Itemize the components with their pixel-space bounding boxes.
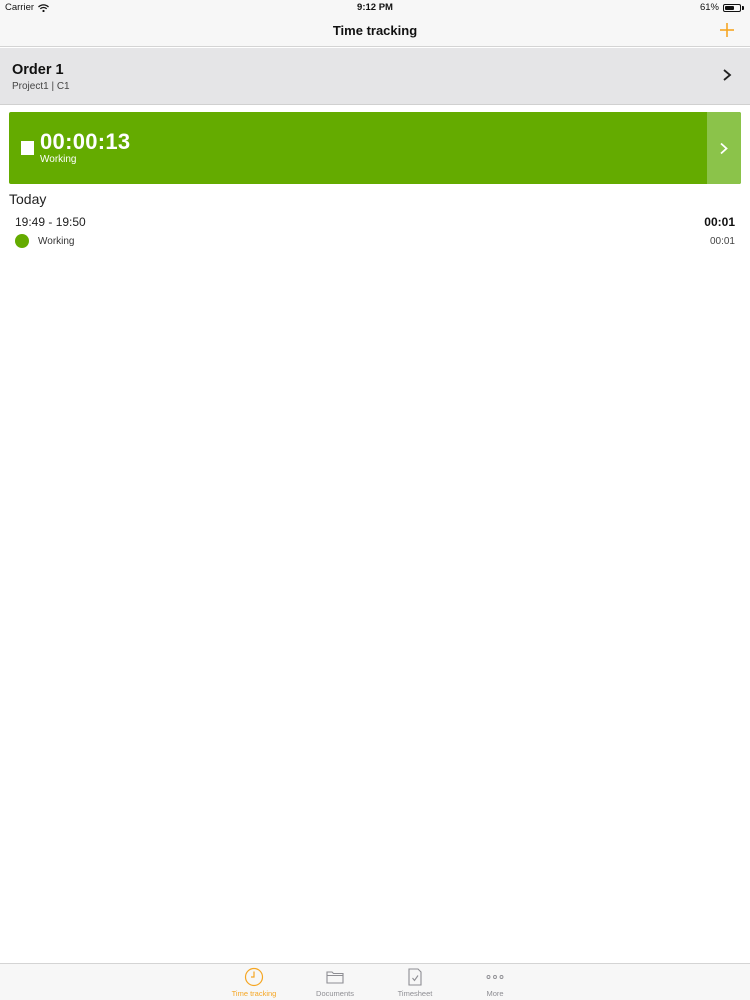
timer-main-area[interactable]: 00:00:13 Working — [9, 112, 707, 184]
tab-timesheet[interactable]: Timesheet — [375, 964, 455, 1000]
order-title: Order 1 — [12, 62, 64, 78]
timesheet-icon — [408, 968, 422, 986]
time-entry-row[interactable]: 19:49 - 19:50 00:01 Working 00:01 — [0, 210, 750, 254]
tab-bar: Time tracking Documents Timesheet More — [0, 963, 750, 1000]
clock-icon — [244, 967, 264, 987]
timer-banner: 00:00:13 Working — [9, 112, 741, 184]
entry-duration: 00:01 — [709, 236, 735, 247]
status-right: 61% — [700, 2, 744, 13]
tab-label: More — [486, 989, 504, 998]
page-title: Time tracking — [332, 23, 418, 38]
tab-label: Time tracking — [231, 989, 277, 998]
section-heading-today: Today — [9, 191, 47, 207]
entry-time-range: 19:49 - 19:50 — [15, 215, 86, 229]
battery-icon — [723, 3, 741, 12]
tab-documents[interactable]: Documents — [295, 964, 375, 1000]
tab-label: Timesheet — [397, 989, 433, 998]
battery-percent: 61% — [699, 2, 719, 13]
timer-value: 00:00:13 — [40, 129, 131, 154]
tab-time-tracking[interactable]: Time tracking — [214, 964, 294, 1000]
tab-more[interactable]: More — [455, 964, 535, 1000]
more-icon — [486, 975, 504, 979]
plus-icon[interactable] — [716, 19, 738, 41]
app-screen: Carrier 9:12 PM 61% Time tracking Order … — [0, 0, 750, 1000]
folder-icon — [326, 971, 344, 984]
order-row[interactable]: Order 1 Project1 | C1 — [0, 48, 750, 105]
stop-icon[interactable] — [21, 141, 34, 155]
activity-color-dot — [15, 234, 29, 248]
tab-label: Documents — [316, 989, 354, 998]
timer-activity-label: Working — [40, 154, 77, 165]
chevron-right-icon — [723, 69, 732, 81]
status-bar: Carrier 9:12 PM 61% — [0, 0, 750, 16]
order-subtitle: Project1 | C1 — [12, 81, 70, 92]
status-time: 9:12 PM — [357, 2, 393, 13]
chevron-right-icon — [720, 142, 728, 155]
battery-tip — [742, 5, 744, 10]
entry-total: 00:01 — [704, 215, 735, 229]
battery-level — [725, 5, 734, 10]
navigation-bar: Time tracking — [0, 16, 750, 47]
timer-detail-button[interactable] — [707, 112, 741, 184]
entry-activity: Working — [38, 236, 75, 247]
